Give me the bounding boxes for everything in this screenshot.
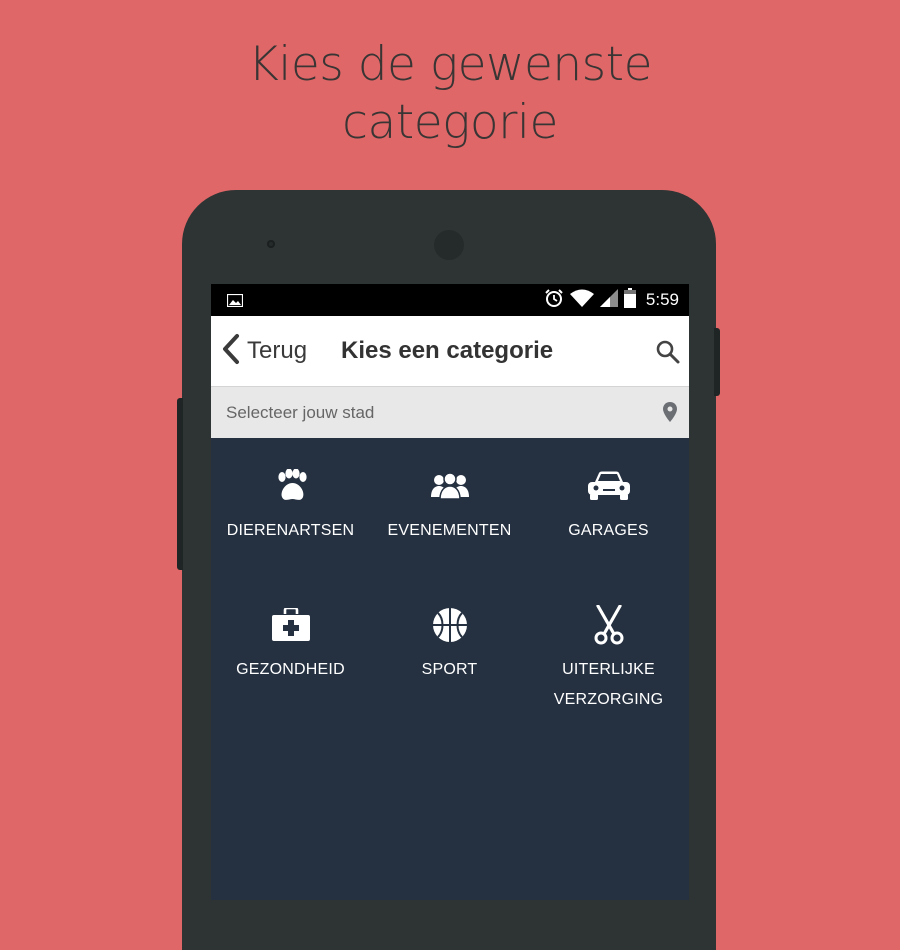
phone-sensor: [267, 240, 275, 248]
battery-icon: [623, 287, 636, 313]
category-label: GARAGES: [568, 522, 649, 539]
category-dierenartsen[interactable]: DIERENARTSEN: [211, 466, 370, 546]
category-gezondheid[interactable]: GEZONDHEID: [211, 605, 370, 685]
phone-volume-button: [177, 398, 183, 570]
wifi-icon: [569, 289, 594, 312]
promo-headline: Kies de gewenste categorie: [0, 36, 900, 152]
scissors-icon: [529, 605, 688, 645]
phone-front-camera: [434, 230, 464, 260]
back-button-label: Terug: [247, 337, 308, 364]
basketball-icon: [370, 605, 529, 645]
category-garages[interactable]: GARAGES: [529, 466, 688, 546]
app-bar: Terug Kies een categorie: [211, 316, 689, 387]
category-sport[interactable]: SPORT: [370, 605, 529, 685]
status-bar: 5:59: [211, 284, 689, 316]
paw-icon: [211, 466, 370, 506]
promo-headline-line1: Kies de gewenste: [247, 37, 653, 92]
status-time: 5:59: [645, 290, 679, 309]
category-label: DIERENARTSEN: [226, 522, 355, 539]
city-input[interactable]: Selecteer jouw stad: [226, 387, 646, 438]
category-label: EVENEMENTEN: [387, 522, 512, 539]
search-icon[interactable]: [655, 339, 681, 365]
phone-screen: 5:59 Terug Kies een categorie Selecteer …: [211, 284, 689, 900]
signal-icon: [599, 288, 618, 312]
city-selector[interactable]: Selecteer jouw stad: [211, 387, 689, 438]
category-evenementen[interactable]: EVENEMENTEN: [370, 466, 529, 546]
category-label: GEZONDHEID: [236, 661, 345, 678]
promo-headline-line2: categorie: [342, 95, 558, 150]
location-pin-icon[interactable]: [663, 402, 677, 427]
back-button[interactable]: Terug: [221, 316, 307, 386]
alarm-icon: [544, 288, 564, 313]
category-uiterlijke-verzorging[interactable]: UITERLIJKE VERZORGING: [529, 605, 688, 715]
people-group-icon: [370, 466, 529, 506]
page-title: Kies een categorie: [341, 337, 554, 364]
category-label: SPORT: [421, 661, 478, 678]
category-label: UITERLIJKE VERZORGING: [553, 661, 664, 708]
status-icons: 5:59: [544, 284, 679, 316]
car-icon: [529, 466, 688, 506]
first-aid-kit-icon: [211, 605, 370, 645]
image-icon: [226, 293, 244, 312]
chevron-left-icon: [221, 333, 241, 370]
phone-power-button: [714, 328, 720, 396]
